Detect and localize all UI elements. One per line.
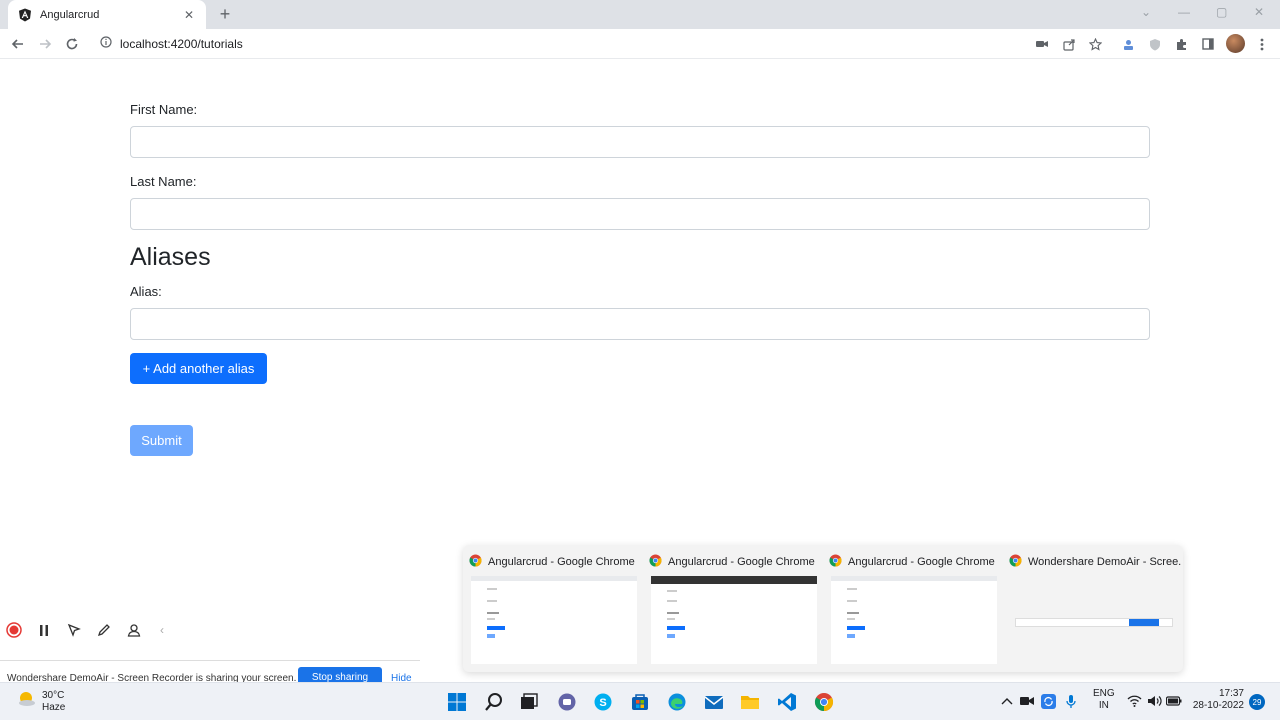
extension-account-icon[interactable] — [1120, 36, 1136, 52]
thumbnail-title: Angularcrud - Google Chrome — [668, 556, 815, 568]
new-tab-icon[interactable]: + — [216, 5, 234, 23]
sync-icon[interactable] — [1040, 693, 1056, 709]
thumbnail-title: Angularcrud - Google Chrome — [488, 556, 635, 568]
weather-sun-icon — [16, 689, 36, 714]
search-icon[interactable] — [483, 691, 505, 713]
menu-kebab-icon[interactable] — [1254, 36, 1270, 52]
thumbnail-title: Wondershare DemoAir - Scree... — [1028, 556, 1181, 568]
volume-icon[interactable] — [1146, 693, 1162, 709]
show-hidden-icons-chevron-icon[interactable] — [999, 693, 1015, 709]
skype-icon[interactable]: S — [592, 691, 614, 713]
wifi-icon[interactable] — [1126, 693, 1142, 709]
thumbnail-window-1[interactable]: Angularcrud - Google Chrome — [463, 545, 641, 672]
microphone-icon[interactable] — [1063, 693, 1079, 709]
chrome-taskbar-icon[interactable] — [813, 691, 835, 713]
forward-icon[interactable] — [35, 34, 55, 54]
svg-text:S: S — [599, 697, 606, 709]
address-bar[interactable]: localhost:4200/tutorials — [90, 32, 1110, 56]
recorder-toolbar: ‹ — [0, 615, 175, 645]
teams-chat-icon[interactable] — [556, 691, 578, 713]
weather-widget[interactable]: 30°C Haze — [16, 689, 65, 714]
share-icon[interactable] — [1061, 36, 1077, 52]
thumbnail-preview — [471, 576, 637, 664]
thumbnail-preview — [831, 576, 997, 664]
thumbnail-window-2[interactable]: Angularcrud - Google Chrome — [643, 545, 821, 672]
shield-icon[interactable] — [1147, 36, 1163, 52]
maximize-icon[interactable]: ▢ — [1216, 5, 1227, 19]
last-name-input[interactable] — [130, 198, 1150, 230]
hide-link[interactable]: Hide — [391, 673, 412, 682]
input-language[interactable]: ENG IN — [1093, 688, 1115, 712]
side-panel-icon[interactable] — [1200, 36, 1216, 52]
chrome-icon — [1009, 554, 1022, 570]
chrome-icon — [829, 554, 842, 570]
edge-icon[interactable] — [666, 691, 688, 713]
minimize-icon[interactable]: — — [1178, 5, 1190, 19]
pointer-icon[interactable] — [65, 621, 83, 639]
add-alias-button[interactable]: + Add another alias — [130, 353, 267, 384]
start-windows-icon[interactable] — [446, 691, 468, 713]
windows-taskbar: 30°C Haze S ENG IN 17:37 28-10-2022 29 — [0, 682, 1280, 720]
thumbnail-window-3[interactable]: Angularcrud - Google Chrome — [823, 545, 1001, 672]
profile-avatar[interactable] — [1226, 34, 1245, 53]
site-info-icon[interactable] — [100, 35, 112, 53]
alias-label: Alias: — [130, 284, 162, 299]
aliases-heading: Aliases — [130, 243, 211, 271]
submit-button[interactable]: Submit — [130, 425, 193, 456]
stop-sharing-button[interactable]: Stop sharing — [298, 667, 382, 682]
chrome-icon — [469, 554, 482, 570]
back-icon[interactable] — [8, 34, 28, 54]
collapse-chevron-icon[interactable]: ‹ — [153, 621, 171, 639]
clock-time: 17:37 — [1218, 688, 1244, 699]
url-text: localhost:4200/tutorials — [120, 37, 243, 51]
notification-badge[interactable]: 29 — [1249, 694, 1265, 710]
weather-condition: Haze — [42, 701, 66, 713]
pen-icon[interactable] — [95, 621, 113, 639]
window-close-icon[interactable]: ✕ — [1254, 5, 1264, 19]
tray-camera-icon[interactable] — [1019, 693, 1035, 709]
tab-close-icon[interactable]: ✕ — [182, 8, 196, 22]
task-view-icon[interactable] — [518, 691, 540, 713]
weather-temperature: 30°C — [42, 689, 65, 701]
file-explorer-icon[interactable] — [739, 691, 761, 713]
thumbnail-preview — [1011, 576, 1177, 664]
browser-tab[interactable]: Angularcrud ✕ — [8, 0, 206, 29]
sharing-message: Wondershare DemoAir - Screen Recorder is… — [7, 673, 297, 682]
battery-icon[interactable] — [1166, 693, 1182, 709]
screen-sharing-bar: Wondershare DemoAir - Screen Recorder is… — [0, 660, 420, 682]
first-name-label: First Name: — [130, 102, 198, 117]
chrome-icon — [649, 554, 662, 570]
bookmark-star-icon[interactable] — [1087, 36, 1103, 52]
tab-search-icon[interactable]: ⌄ — [1141, 5, 1151, 19]
tab-strip: Angularcrud ✕ + ⌄ — ▢ ✕ — [0, 0, 1280, 29]
extensions-puzzle-icon[interactable] — [1173, 36, 1189, 52]
thumbnail-window-4[interactable]: Wondershare DemoAir - Scree... — [1003, 545, 1181, 672]
thumbnail-title: Angularcrud - Google Chrome — [848, 556, 995, 568]
alias-input[interactable] — [130, 308, 1150, 340]
store-icon[interactable] — [629, 691, 651, 713]
webcam-user-icon[interactable] — [125, 621, 143, 639]
record-icon[interactable] — [5, 621, 23, 639]
tab-title: Angularcrud — [40, 8, 100, 21]
pause-icon[interactable] — [35, 621, 53, 639]
last-name-label: Last Name: — [130, 174, 197, 189]
reload-icon[interactable] — [62, 34, 82, 54]
thumbnail-preview — [651, 576, 817, 664]
vscode-icon[interactable] — [776, 691, 798, 713]
clock-date: 28-10-2022 — [1192, 700, 1244, 711]
camera-icon[interactable] — [1034, 36, 1050, 52]
system-clock[interactable]: 17:37 28-10-2022 — [1192, 688, 1244, 712]
angular-logo-icon — [18, 8, 32, 22]
mail-icon[interactable] — [703, 691, 725, 713]
chrome-thumbnail-popup: Angularcrud - Google Chrome Angularcrud … — [463, 545, 1183, 672]
first-name-input[interactable] — [130, 126, 1150, 158]
browser-toolbar: localhost:4200/tutorials — [0, 29, 1280, 59]
